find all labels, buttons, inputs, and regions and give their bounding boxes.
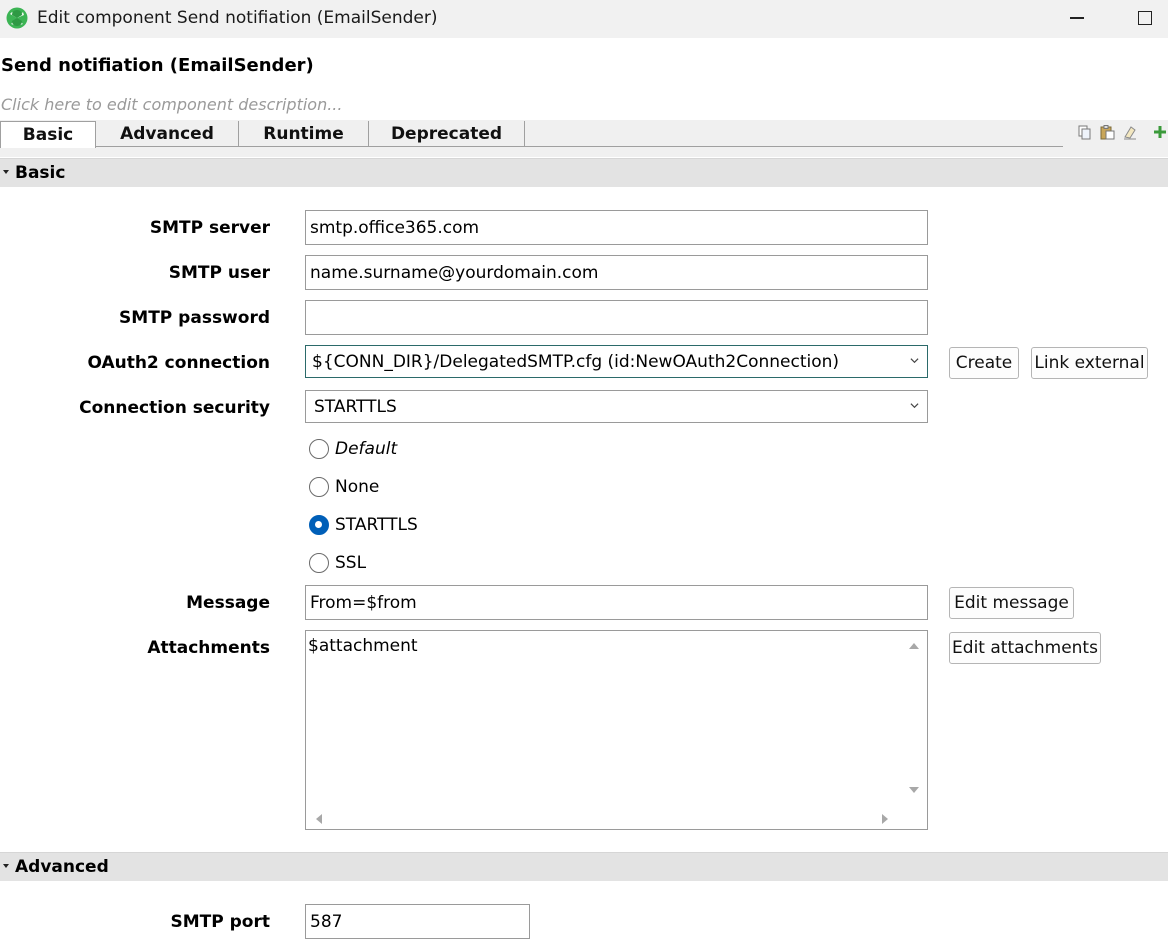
message-label: Message — [186, 593, 270, 613]
section-basic-header[interactable]: Basic — [0, 158, 1168, 187]
clover-icon — [6, 7, 28, 29]
radio-default[interactable]: Default — [309, 437, 397, 461]
tab-advanced[interactable]: Advanced — [96, 121, 239, 147]
scroll-right-icon[interactable] — [880, 813, 890, 825]
radio-none[interactable]: None — [309, 475, 379, 499]
scroll-down-icon[interactable] — [908, 785, 920, 795]
connection-security-select[interactable]: STARTTLS — [305, 390, 928, 423]
attachments-textarea[interactable]: $attachment — [305, 630, 928, 830]
copy-icon[interactable] — [1076, 124, 1092, 140]
radio-ssl[interactable]: SSL — [309, 551, 366, 575]
smtp-user-input[interactable]: name.surname@yourdomain.com — [305, 255, 928, 290]
smtp-password-input[interactable] — [305, 300, 928, 335]
oauth2-connection-select[interactable]: ${CONN_DIR}/DelegatedSMTP.cfg (id:NewOAu… — [305, 345, 928, 378]
section-basic-title: Basic — [15, 163, 66, 183]
tab-basic[interactable]: Basic — [0, 121, 96, 148]
radio-label: Default — [335, 439, 398, 459]
scroll-left-icon[interactable] — [314, 813, 324, 825]
message-input[interactable]: From=$from — [305, 585, 928, 620]
maximize-icon[interactable] — [1135, 8, 1155, 28]
radio-button[interactable] — [309, 477, 329, 497]
radio-label: SSL — [335, 553, 367, 573]
tab-runtime[interactable]: Runtime — [239, 121, 369, 147]
create-connection-button[interactable]: Create — [949, 347, 1019, 379]
minimize-icon[interactable] — [1066, 7, 1088, 29]
oauth2-connection-value: ${CONN_DIR}/DelegatedSMTP.cfg (id:NewOAu… — [312, 351, 840, 372]
smtp-password-label: SMTP password — [119, 308, 270, 328]
radio-button[interactable] — [309, 553, 329, 573]
link-external-button[interactable]: Link external — [1031, 347, 1148, 379]
smtp-port-label: SMTP port — [170, 912, 271, 932]
smtp-port-input[interactable]: 587 — [305, 904, 530, 939]
radio-starttls[interactable]: STARTTLS — [309, 513, 418, 537]
component-title: Send notifiation (EmailSender) — [1, 55, 314, 76]
radio-label: None — [335, 477, 380, 497]
window-title: Edit component Send notifiation (EmailSe… — [37, 8, 438, 28]
component-description[interactable]: Click here to edit component description… — [1, 95, 342, 114]
connection-security-label: Connection security — [79, 398, 270, 418]
section-advanced-title: Advanced — [15, 857, 109, 877]
connection-security-value: STARTTLS — [314, 396, 397, 417]
tab-deprecated[interactable]: Deprecated — [369, 121, 525, 147]
horizontal-scrollbar[interactable] — [306, 809, 927, 829]
scroll-up-icon[interactable] — [908, 641, 920, 651]
oauth2-connection-label: OAuth2 connection — [87, 353, 270, 373]
radio-button[interactable] — [309, 439, 329, 459]
smtp-server-label: SMTP server — [149, 218, 270, 238]
paste-icon[interactable] — [1099, 124, 1115, 140]
chevron-down-icon — [910, 403, 919, 409]
smtp-user-label: SMTP user — [168, 263, 270, 283]
attachments-label: Attachments — [147, 638, 270, 658]
attachments-value: $attachment — [308, 636, 418, 656]
clear-icon[interactable] — [1122, 124, 1138, 140]
edit-attachments-button[interactable]: Edit attachments — [949, 632, 1101, 664]
collapse-caret-icon — [3, 864, 9, 868]
vertical-scrollbar[interactable] — [901, 631, 927, 811]
chevron-down-icon — [910, 358, 919, 364]
add-icon[interactable] — [1152, 124, 1168, 140]
smtp-server-input[interactable]: smtp.office365.com — [305, 210, 928, 245]
collapse-caret-icon — [3, 170, 9, 174]
radio-label: STARTTLS — [335, 515, 418, 535]
edit-message-button[interactable]: Edit message — [949, 587, 1074, 619]
radio-button-selected[interactable] — [309, 515, 329, 535]
section-advanced-header[interactable]: Advanced — [0, 852, 1168, 881]
